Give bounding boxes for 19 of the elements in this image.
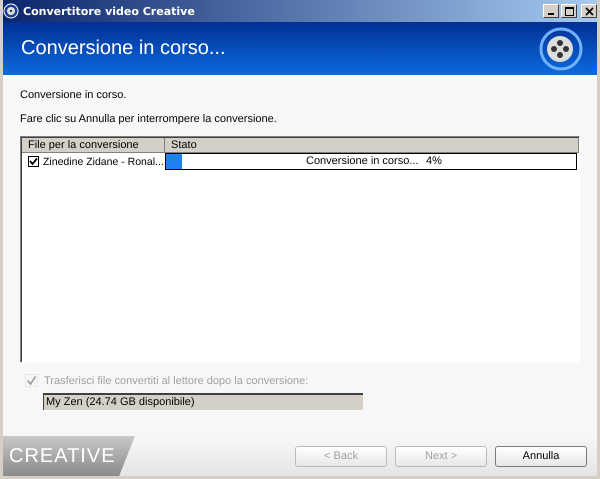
close-button[interactable] <box>581 4 597 18</box>
transfer-label: Trasferisci file convertiti al lettore dopo la conversione: <box>44 374 308 386</box>
brand-logo: CREATIVE <box>3 436 135 476</box>
progress-status: Conversione in corso... <box>306 155 418 167</box>
minimize-icon <box>548 13 554 15</box>
file-name: Zinedine Zidane - Ronal... <box>43 156 164 168</box>
maximize-icon <box>564 6 574 16</box>
page-title: Conversione in corso... <box>21 37 226 60</box>
column-header[interactable]: Stato <box>165 138 579 153</box>
wizard-button[interactable]: Annulla <box>495 446 587 466</box>
column-header[interactable]: File per la conversione <box>22 138 165 153</box>
minimize-button[interactable] <box>543 4 559 18</box>
status-text: Conversione in corso. <box>20 89 128 101</box>
close-icon <box>584 6 594 16</box>
maximize-button[interactable] <box>561 4 577 18</box>
instruction-text: Fare clic su Annulla per interrompere la conversione. <box>20 113 278 125</box>
window-title: Convertitore video Creative <box>23 4 195 18</box>
checkbox[interactable] <box>28 156 39 167</box>
progress-percent: 4% <box>426 155 442 167</box>
